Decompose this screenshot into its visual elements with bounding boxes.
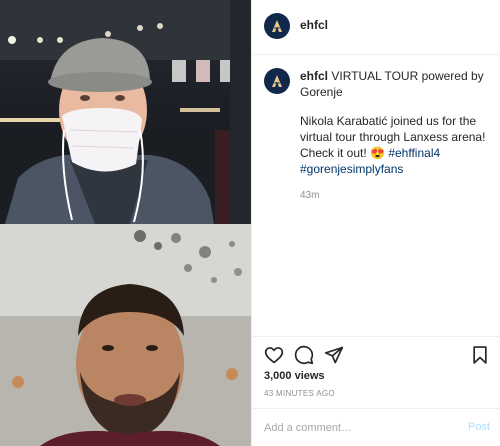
ehf-logo-icon	[272, 20, 282, 32]
instagram-post: ehfcl ehfcl VIRTUAL TOUR powered by Gore…	[0, 0, 500, 446]
caption-handle[interactable]: ehfcl	[300, 69, 328, 83]
post-comment-button[interactable]: Post	[468, 421, 490, 433]
video-frame-bottom	[0, 224, 251, 446]
video-feed-top	[0, 0, 251, 224]
like-button[interactable]	[264, 345, 284, 365]
video-feed-bottom	[0, 224, 251, 446]
heart-eyes-emoji: 😍	[370, 146, 385, 160]
post-info-panel: ehfcl ehfcl VIRTUAL TOUR powered by Gore…	[251, 0, 500, 446]
post-timestamp: 43 MINUTES AGO	[264, 389, 335, 398]
bookmark-icon	[473, 346, 487, 364]
comment-button[interactable]	[294, 345, 314, 365]
share-button[interactable]	[324, 345, 344, 365]
post-header: ehfcl	[252, 0, 500, 55]
heart-icon	[264, 347, 284, 364]
hashtag-gorenjesimplyfans[interactable]: #gorenjesimplyfans	[300, 162, 403, 176]
caption-title: VIRTUAL TOUR powered by Gorenje	[300, 69, 484, 99]
caption-text: ehfcl VIRTUAL TOUR powered by Gorenje Ni…	[300, 68, 488, 204]
post-media[interactable]	[0, 0, 251, 446]
speech-bubble-icon	[294, 345, 314, 365]
account-handle[interactable]: ehfcl	[300, 18, 328, 32]
comment-bar: Post	[252, 408, 500, 446]
ehf-logo-icon	[272, 75, 282, 87]
caption-avatar[interactable]	[264, 68, 290, 94]
hashtag-ehffinal4[interactable]: #ehffinal4	[388, 146, 440, 160]
paper-plane-icon	[324, 346, 344, 364]
save-button[interactable]	[470, 345, 490, 365]
video-frame-top	[0, 0, 251, 224]
caption-timestamp[interactable]: 43m	[300, 188, 488, 204]
action-bar	[252, 336, 500, 371]
avatar[interactable]	[264, 13, 290, 39]
comment-input[interactable]	[264, 419, 454, 437]
view-count[interactable]: 3,000 views	[264, 370, 325, 382]
